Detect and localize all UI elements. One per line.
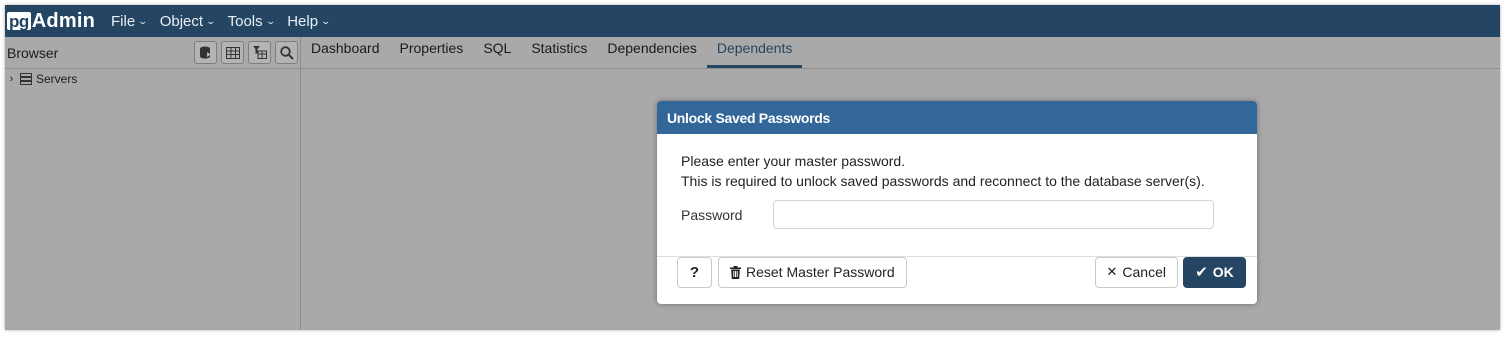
dialog-title: Unlock Saved Passwords — [657, 101, 1257, 134]
search-objects-button[interactable] — [275, 41, 298, 64]
table-icon — [225, 46, 240, 59]
unlock-passwords-dialog: Unlock Saved Passwords Please enter your… — [657, 101, 1257, 304]
logo-admin-text: Admin — [31, 9, 95, 32]
tab-statistics[interactable]: Statistics — [521, 40, 597, 68]
tree-item-servers[interactable]: › Servers — [5, 69, 300, 89]
tab-dependents[interactable]: Dependents — [706, 40, 803, 68]
help-button[interactable]: ? — [677, 256, 712, 288]
chevron-down-icon: ⌄ — [320, 15, 332, 26]
search-icon — [279, 45, 294, 60]
logo-pg-mark: pg — [7, 12, 31, 31]
view-data-button[interactable] — [221, 41, 244, 64]
menu-tools-label: Tools — [227, 12, 263, 30]
query-tool-button[interactable] — [194, 41, 217, 64]
tree-item-label: Servers — [36, 72, 78, 86]
tab-sql[interactable]: SQL — [473, 40, 521, 68]
menu-object[interactable]: Object ⌄ — [159, 12, 217, 30]
dialog-body: Please enter your master password. This … — [657, 134, 1257, 257]
menu-help[interactable]: Help ⌄ — [287, 12, 332, 30]
menu-help-label: Help — [287, 12, 319, 30]
password-label: Password — [681, 206, 743, 223]
chevron-down-icon: ⌄ — [265, 15, 276, 26]
servers-icon — [20, 73, 33, 85]
browser-header: Browser — [5, 37, 300, 69]
password-row: Password — [681, 200, 1233, 229]
filtered-rows-button[interactable] — [248, 41, 271, 64]
footer-left-buttons: ? Reset Master Password — [677, 256, 907, 288]
top-navbar: pg Admin File ⌄ Object ⌄ Tools ⌄ Help ⌄ — [5, 5, 1500, 37]
ok-button-label: OK — [1212, 264, 1234, 280]
tab-dependencies[interactable]: Dependencies — [597, 40, 707, 68]
check-icon: ✔ — [1195, 264, 1208, 281]
main-tabs: Dashboard Properties SQL Statistics Depe… — [301, 37, 1500, 69]
footer-right-buttons: ✕ Cancel ✔ OK — [1094, 256, 1246, 288]
tab-properties[interactable]: Properties — [390, 40, 474, 68]
pgadmin-window: pg Admin File ⌄ Object ⌄ Tools ⌄ Help ⌄ … — [5, 5, 1500, 330]
dialog-message-line1: Please enter your master password. — [681, 153, 906, 169]
menu-object-label: Object — [159, 12, 204, 30]
reset-button-label: Reset Master Password — [746, 264, 895, 280]
cancel-button-label: Cancel — [1122, 264, 1166, 280]
chevron-down-icon: ⌄ — [137, 15, 149, 26]
filter-table-icon — [252, 46, 267, 59]
pgadmin-logo: pg Admin — [7, 10, 95, 33]
chevron-down-icon: ⌄ — [205, 15, 217, 26]
menu-tools[interactable]: Tools ⌄ — [227, 12, 276, 30]
cancel-button[interactable]: ✕ Cancel — [1094, 256, 1178, 288]
ok-button[interactable]: ✔ OK — [1183, 256, 1246, 288]
password-input[interactable] — [773, 200, 1214, 229]
database-icon — [200, 46, 211, 59]
browser-toolbar — [194, 41, 298, 64]
dialog-footer: ? Reset Master Password ✕ Cancel ✔ OK — [657, 240, 1257, 304]
close-icon: ✕ — [1106, 264, 1118, 279]
trash-icon — [730, 265, 741, 279]
chevron-right-icon[interactable]: › — [5, 73, 18, 85]
menu-file[interactable]: File ⌄ — [111, 12, 149, 30]
menu-file-label: File — [111, 12, 136, 30]
browser-title: Browser — [7, 44, 59, 61]
browser-panel: Browser › Servers — [5, 37, 301, 330]
reset-master-password-button[interactable]: Reset Master Password — [718, 256, 907, 288]
tab-dashboard[interactable]: Dashboard — [301, 40, 390, 68]
dialog-message-line2: This is required to unlock saved passwor… — [681, 173, 1205, 189]
